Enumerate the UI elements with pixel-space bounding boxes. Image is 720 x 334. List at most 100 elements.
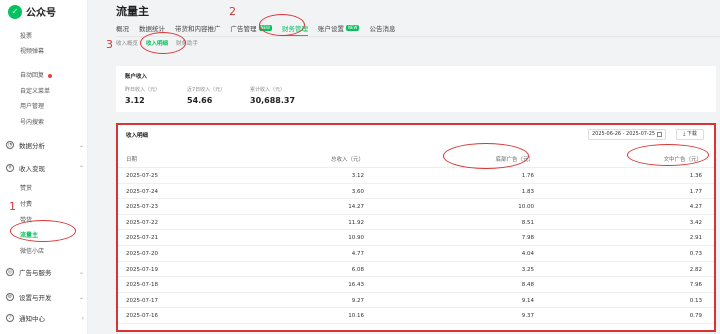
notification-dot-icon: [48, 73, 53, 78]
sidebar-group-label: 广告与服务: [19, 269, 52, 277]
currency-icon: ¥: [6, 164, 14, 172]
stat-value: 3.12: [125, 96, 145, 105]
annotation-step-3: 3: [106, 38, 113, 51]
wechat-logo-icon: ✓: [8, 4, 22, 19]
sidebar-item-label: 自动回复: [20, 72, 45, 79]
cell-date: 2025-07-22: [126, 219, 158, 226]
sidebar-item-user-management[interactable]: 用户管理: [20, 101, 44, 110]
chevron-right-icon: ›: [81, 314, 84, 322]
sidebar-item-vote[interactable]: 投票: [20, 31, 32, 40]
cell-date: 2025-07-20: [126, 250, 158, 257]
table-row: 2025-07-24 3.60 1.83 1.77: [118, 184, 714, 200]
page-title: 流量主: [116, 5, 149, 18]
sidebar-item-auto-reply[interactable]: 自动回复: [20, 70, 53, 79]
cell-mid-ad: 1.36: [689, 173, 702, 179]
sidebar-group-ads-services[interactable]: ◎ 广告与服务 ⌄: [6, 267, 84, 277]
cell-mid-ad: 7.96: [689, 282, 702, 289]
sidebar-item-paid[interactable]: 付费: [20, 199, 32, 208]
sidebar-group-settings-dev[interactable]: ⚙ 设置与开发 ⌄: [6, 292, 84, 302]
sidebar-group-notifications[interactable]: ♪ 通知中心 ›: [6, 313, 84, 323]
card-title: 账户收入: [125, 74, 148, 80]
sidebar-item-video-danmu[interactable]: 视频弹幕: [20, 46, 44, 55]
date-range-picker[interactable]: 2025-06-26 - 2025-07-25: [588, 129, 666, 140]
chevron-down-icon: ⌄: [78, 268, 84, 276]
sidebar-item-wechat-store[interactable]: 微信小店: [20, 246, 44, 255]
cell-bottom-ad: 3.25: [521, 266, 534, 273]
col-total: 总收入（元）: [330, 157, 364, 163]
cell-bottom-ad: 1.76: [521, 173, 534, 179]
cell-date: 2025-07-16: [126, 313, 158, 320]
cell-mid-ad: 1.77: [689, 188, 702, 195]
cell-total: 11.92: [348, 219, 364, 226]
cell-total: 4.77: [351, 250, 364, 257]
annotation-step-1: 1: [9, 200, 16, 213]
tab-commerce-promo[interactable]: 带货和内容推广: [175, 20, 221, 36]
cell-total: 6.08: [351, 266, 364, 273]
cell-total: 3.12: [351, 173, 364, 179]
sidebar-group-label: 设置与开发: [19, 294, 52, 302]
calendar-icon: [657, 132, 662, 137]
cell-bottom-ad: 9.37: [521, 313, 534, 320]
cell-date: 2025-07-19: [126, 266, 158, 273]
annotation-oval-bottom-ad-col: [443, 143, 529, 169]
table-row: 2025-07-16 10.16 9.37 0.79: [118, 308, 714, 324]
account-income-card: 账户收入 昨日收入（元） 3.12 近7日收入（元） 54.66 累计收入（元）…: [116, 66, 716, 112]
tab-divider: [116, 36, 720, 37]
app-name: 公众号: [26, 8, 56, 19]
table-row: 2025-07-23 14.27 10.00 4.27: [118, 199, 714, 215]
annotation-oval-finance-tab: [259, 14, 305, 36]
cell-date: 2025-07-18: [126, 282, 158, 289]
cell-total: 9.27: [351, 297, 364, 304]
subtab-income-overview[interactable]: 收入概览: [116, 39, 138, 47]
sidebar-item-custom-menu[interactable]: 自定义菜单: [20, 86, 50, 95]
tab-overview[interactable]: 概况: [116, 20, 129, 36]
table-row: 2025-07-22 11.92 8.51 3.42: [118, 215, 714, 231]
annotation-oval-income-detail: [140, 32, 186, 54]
chart-icon: ◔: [6, 141, 14, 149]
tab-label: 公告消息: [369, 25, 396, 33]
tab-announcements[interactable]: 公告消息: [369, 20, 395, 36]
table-row: 2025-07-21 10.90 7.98 2.91: [118, 230, 714, 246]
logo[interactable]: ✓ 公众号: [8, 4, 56, 19]
cell-date: 2025-07-24: [126, 188, 158, 195]
sidebar-group-monetization[interactable]: ¥ 收入变现 ⌃: [6, 163, 84, 173]
sidebar-item-in-account-search[interactable]: 号内搜索: [20, 117, 44, 126]
cell-total: 16.43: [348, 282, 364, 289]
annotation-oval-traffic-owner: [10, 220, 76, 242]
sidebar-group-label: 数据分析: [19, 142, 45, 150]
date-range-value: 2025-06-26 - 2025-07-25: [592, 131, 656, 137]
stat-cumulative: 累计收入（元） 30,688.37: [250, 86, 295, 105]
cell-mid-ad: 2.82: [689, 266, 702, 273]
stat-label: 昨日收入（元）: [125, 87, 161, 93]
stat-label: 近7日收入（元）: [187, 87, 226, 93]
annotation-step-2: 2: [229, 5, 236, 18]
cell-date: 2025-07-25: [126, 173, 158, 179]
download-button[interactable]: ⤓ 下载: [676, 129, 704, 140]
cell-bottom-ad: 7.98: [521, 235, 534, 242]
cell-date: 2025-07-17: [126, 297, 158, 304]
cell-bottom-ad: 10.00: [518, 204, 534, 211]
chevron-down-icon: ⌄: [78, 293, 84, 301]
card-title: 收入明细: [126, 133, 149, 139]
sidebar: ✓ 公众号 投票 视频弹幕 自动回复 自定义菜单 用户管理 号内搜索 ◔ 数据分…: [0, 0, 88, 334]
cell-bottom-ad: 9.14: [521, 297, 534, 304]
cell-total: 14.27: [348, 204, 364, 211]
tab-label: 账户设置: [317, 25, 344, 33]
stat-label: 累计收入（元）: [250, 87, 286, 93]
cell-mid-ad: 3.42: [689, 219, 702, 226]
sidebar-group-label: 通知中心: [19, 315, 45, 323]
cell-mid-ad: 0.13: [689, 297, 702, 304]
chevron-up-icon: ⌃: [78, 164, 84, 172]
sidebar-item-appreciation[interactable]: 赞赏: [20, 183, 32, 192]
ads-icon: ◎: [6, 268, 14, 276]
col-date: 日期: [126, 157, 138, 163]
cell-bottom-ad: 1.83: [521, 188, 534, 195]
cell-bottom-ad: 4.04: [521, 250, 534, 257]
sidebar-group-data-analysis[interactable]: ◔ 数据分析 ⌄: [6, 140, 84, 150]
sidebar-group-label: 收入变现: [19, 165, 45, 173]
cell-bottom-ad: 8.51: [521, 219, 534, 226]
stat-value: 30,688.37: [250, 96, 296, 105]
tab-account-settings[interactable]: 账户设置 NEW: [317, 20, 360, 36]
table-row: 2025-07-17 9.27 9.14 0.13: [118, 293, 714, 309]
cell-bottom-ad: 8.48: [521, 282, 534, 289]
